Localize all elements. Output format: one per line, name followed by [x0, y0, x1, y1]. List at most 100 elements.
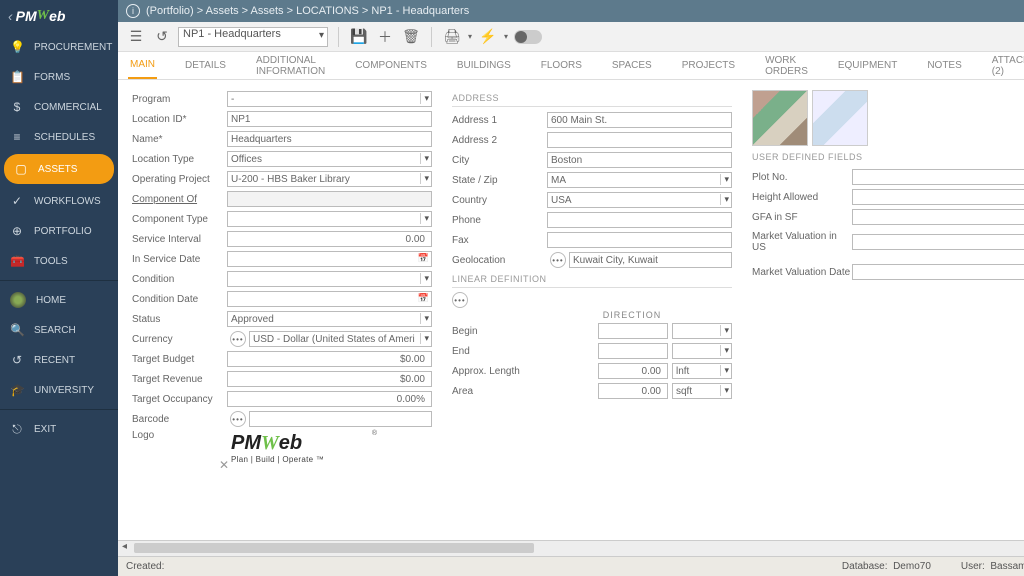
logo-w: W: [37, 8, 49, 24]
thumbnail-map[interactable]: [812, 90, 868, 146]
breadcrumb[interactable]: (Portfolio) > Assets > Assets > LOCATION…: [146, 5, 469, 17]
currency-select[interactable]: USD - Dollar (United States of Ameri: [249, 331, 432, 347]
created-label: Created:: [126, 561, 164, 572]
phone-input[interactable]: [547, 212, 732, 228]
toggle-switch[interactable]: [514, 30, 542, 44]
target-occupancy-input[interactable]: 0.00%: [227, 391, 432, 407]
state-select[interactable]: MA: [547, 172, 732, 188]
city-input[interactable]: Boston: [547, 152, 732, 168]
city-label: City: [452, 155, 547, 166]
geolocation-label: Geolocation: [452, 255, 547, 266]
height-allowed-label: Height Allowed: [752, 192, 852, 203]
record-selector-value: NP1 - Headquarters: [183, 28, 281, 40]
sidebar-item-recent[interactable]: ↺RECENT: [0, 345, 118, 375]
tab-floors[interactable]: FLOORS: [539, 52, 584, 79]
record-selector[interactable]: NP1 - Headquarters: [178, 27, 328, 47]
barcode-more-icon[interactable]: •••: [230, 411, 246, 427]
tab-equipment[interactable]: EQUIPMENT: [836, 52, 899, 79]
tab-spaces[interactable]: SPACES: [610, 52, 654, 79]
collapse-icon[interactable]: ‹: [8, 8, 13, 24]
approx-length-input[interactable]: 0.00: [598, 363, 668, 379]
tab-projects[interactable]: PROJECTS: [680, 52, 737, 79]
sidebar-item-commercial[interactable]: $COMMERCIAL: [0, 92, 118, 122]
tab-details[interactable]: DETAILS: [183, 52, 228, 79]
logo-remove-icon[interactable]: ✕: [219, 458, 229, 472]
component-of-input: [227, 191, 432, 207]
sidebar-item-schedules[interactable]: ≡SCHEDULES: [0, 122, 118, 152]
country-label: Country: [452, 195, 547, 206]
begin-input[interactable]: [598, 323, 668, 339]
service-interval-input[interactable]: 0.00: [227, 231, 432, 247]
history-icon[interactable]: ↺: [152, 27, 172, 47]
sidebar-item-home[interactable]: HOME: [0, 285, 118, 315]
sidebar-item-exit[interactable]: ⎋EXIT: [0, 414, 118, 444]
add-icon[interactable]: ＋: [375, 27, 395, 47]
tab-buildings[interactable]: BUILDINGS: [455, 52, 513, 79]
currency-more-icon[interactable]: •••: [230, 331, 246, 347]
country-select[interactable]: USA: [547, 192, 732, 208]
sidebar-item-forms[interactable]: 📋FORMS: [0, 62, 118, 92]
end-dir-select[interactable]: [672, 343, 732, 359]
print-icon[interactable]: 🖨: [442, 27, 462, 47]
condition-date-input[interactable]: [227, 291, 432, 307]
sidebar-item-label: SEARCH: [34, 325, 76, 336]
area-unit[interactable]: sqft: [672, 383, 732, 399]
action-icon[interactable]: ⚡: [478, 27, 498, 47]
sidebar-item-portfolio[interactable]: ⊕PORTFOLIO: [0, 216, 118, 246]
condition-select[interactable]: [227, 271, 432, 287]
component-type-select[interactable]: [227, 211, 432, 227]
location-id-input[interactable]: NP1: [227, 111, 432, 127]
end-input[interactable]: [598, 343, 668, 359]
sidebar-item-search[interactable]: 🔍SEARCH: [0, 315, 118, 345]
component-of-label[interactable]: Component Of: [132, 194, 227, 205]
nav-icon: $: [10, 100, 24, 114]
height-allowed-input[interactable]: [852, 189, 1024, 205]
sidebar-item-workflows[interactable]: ✓WORKFLOWS: [0, 186, 118, 216]
status-select[interactable]: Approved: [227, 311, 432, 327]
market-val-us-input[interactable]: $0.00: [852, 234, 1024, 250]
barcode-input[interactable]: [249, 411, 432, 427]
target-budget-input[interactable]: $0.00: [227, 351, 432, 367]
approx-length-unit[interactable]: lnft: [672, 363, 732, 379]
delete-icon[interactable]: 🗑: [401, 27, 421, 47]
info-icon[interactable]: i: [126, 4, 140, 18]
sidebar-item-label: PROCUREMENT: [34, 42, 112, 53]
tab-additional-information[interactable]: ADDITIONAL INFORMATION: [254, 52, 327, 79]
sidebar-item-university[interactable]: 🎓UNIVERSITY: [0, 375, 118, 405]
location-type-select[interactable]: Offices: [227, 151, 432, 167]
plot-no-input[interactable]: [852, 169, 1024, 185]
tab-notes[interactable]: NOTES: [925, 52, 963, 79]
operating-project-select[interactable]: U-200 - HBS Baker Library: [227, 171, 432, 187]
save-icon[interactable]: 💾: [349, 27, 369, 47]
geo-more-icon[interactable]: •••: [550, 252, 566, 268]
in-service-date-input[interactable]: [227, 251, 432, 267]
tab-work-orders[interactable]: WORK ORDERS: [763, 52, 810, 79]
tab-attachments-2-[interactable]: ATTACHMENTS (2): [990, 52, 1024, 79]
market-val-date-input[interactable]: [852, 264, 1024, 280]
target-revenue-input[interactable]: $0.00: [227, 371, 432, 387]
address2-input[interactable]: [547, 132, 732, 148]
sidebar-item-assets[interactable]: ▢ASSETS: [4, 154, 114, 184]
currency-label: Currency: [132, 334, 227, 345]
address1-input[interactable]: 600 Main St.: [547, 112, 732, 128]
tab-components[interactable]: COMPONENTS: [353, 52, 429, 79]
area-input[interactable]: 0.00: [598, 383, 668, 399]
gfa-input[interactable]: 0.00: [852, 209, 1024, 225]
sidebar-item-procurement[interactable]: 💡PROCUREMENT: [0, 32, 118, 62]
name-input[interactable]: Headquarters: [227, 131, 432, 147]
address-heading: ADDRESS: [452, 90, 732, 107]
fax-input[interactable]: [547, 232, 732, 248]
horizontal-scrollbar[interactable]: [118, 540, 1024, 556]
linear-more-icon[interactable]: •••: [452, 292, 468, 308]
begin-dir-select[interactable]: [672, 323, 732, 339]
user-value: Bassam Samman: [990, 561, 1024, 572]
tabs: MAIN DETAILS ADDITIONAL INFORMATION COMPONE…: [118, 52, 1024, 80]
thumbnail-aerial[interactable]: [752, 90, 808, 146]
column-address: ADDRESS Address 1600 Main St. Address 2 …: [452, 90, 732, 474]
sidebar-item-label: EXIT: [34, 424, 56, 435]
program-select[interactable]: -: [227, 91, 432, 107]
list-icon[interactable]: ☰: [126, 27, 146, 47]
sidebar-item-tools[interactable]: 🧰TOOLS: [0, 246, 118, 276]
tab-main[interactable]: MAIN: [128, 52, 157, 79]
geolocation-input[interactable]: Kuwait City, Kuwait: [569, 252, 732, 268]
